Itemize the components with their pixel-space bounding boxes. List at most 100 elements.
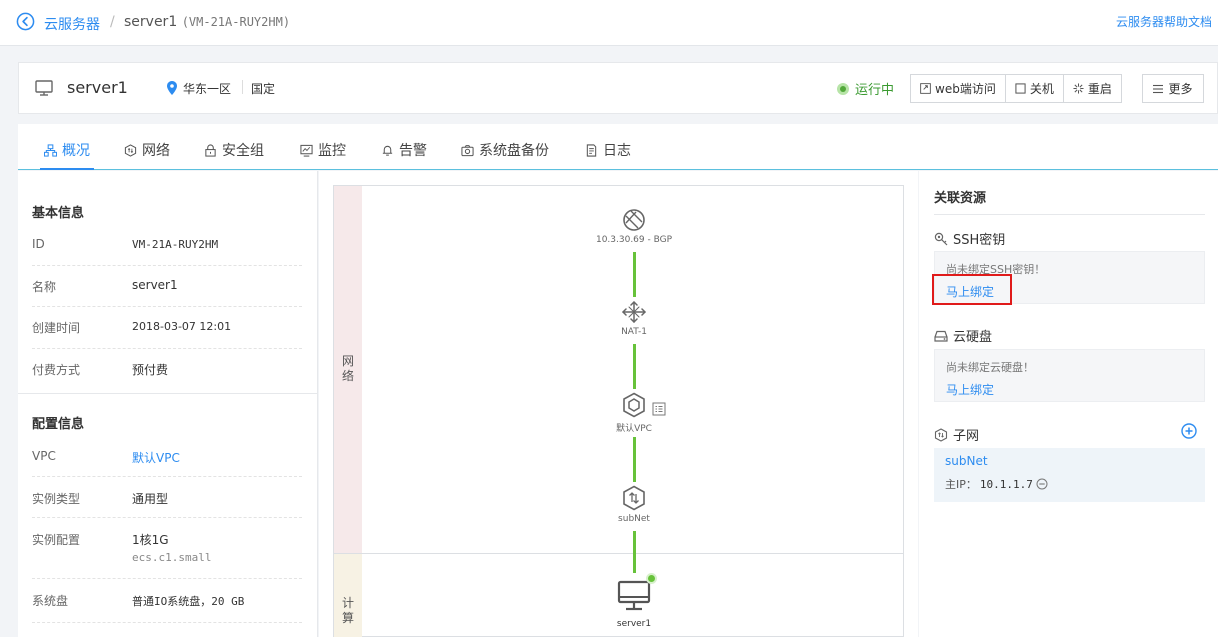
- tab-bar: 概况 网络 安全组 监控 告警 系统盘备份 日志: [18, 124, 1218, 170]
- info-value: 普通IO系统盘，20 GB: [132, 595, 245, 608]
- band-divider: [334, 553, 903, 554]
- overview-icon: [44, 143, 57, 157]
- restart-button[interactable]: 重启: [1063, 75, 1121, 102]
- ip-type-label: 国定: [251, 82, 276, 96]
- monitor-chart-icon: [300, 144, 313, 157]
- help-docs-link[interactable]: 云服务器帮助文档: [1116, 13, 1218, 30]
- top-bar: 云服务器 / server1 (VM-21A-RUY2HM) 云服务器帮助文档: [0, 0, 1218, 46]
- nat-gateway-icon: [622, 301, 646, 323]
- subnet-link[interactable]: subNet: [945, 454, 988, 468]
- info-value: VM-21A-RUY2HM: [132, 238, 219, 251]
- info-subvalue: ecs.c1.small: [132, 551, 212, 564]
- tab-security-group[interactable]: 安全组: [204, 140, 264, 160]
- info-label: ID: [32, 237, 45, 251]
- menu-lines-icon: [1153, 84, 1164, 93]
- more-label: 更多: [1168, 82, 1193, 96]
- tab-label: 监控: [318, 143, 346, 159]
- subnet-node[interactable]: subNet: [564, 485, 704, 524]
- tab-label: 网络: [142, 143, 170, 159]
- network-icon: [124, 143, 137, 157]
- info-row-instance-spec: 实例配置 1核1G ecs.c1.small: [32, 518, 302, 579]
- subnet-ip-row: 主IP： 10.1.1.7: [945, 476, 1048, 492]
- disk-icon: [934, 330, 948, 342]
- vpc-hexagon-icon: [623, 392, 645, 418]
- breadcrumb-current-name: server1: [124, 14, 178, 30]
- server-header-card: server1 华东一区 国定 运行中 web端访问 关机 重启 更多: [18, 62, 1218, 114]
- subnet-icon: [623, 485, 645, 511]
- cloud-disk-box: 尚未绑定云硬盘！ 马上绑定: [934, 349, 1205, 402]
- tab-label: 概况: [62, 143, 90, 159]
- vpc-label: 默认VPC: [616, 424, 652, 434]
- section-divider: [18, 393, 318, 394]
- breadcrumb-current: server1 (VM-21A-RUY2HM): [124, 14, 290, 30]
- tab-overview[interactable]: 概况: [40, 140, 94, 170]
- tab-disk-backup[interactable]: 系统盘备份: [461, 140, 549, 160]
- subnet-label: subNet: [618, 514, 650, 524]
- server-node[interactable]: server1: [564, 580, 704, 629]
- status-indicator: [837, 83, 849, 95]
- zone-label: 华东一区: [183, 82, 232, 96]
- breadcrumb-separator: /: [110, 14, 115, 30]
- tab-monitoring[interactable]: 监控: [300, 140, 346, 160]
- info-label: VPC: [32, 449, 56, 463]
- restart-label: 重启: [1087, 82, 1112, 96]
- info-label: 付费方式: [32, 363, 81, 377]
- cloud-disk-title: 云硬盘: [953, 330, 993, 345]
- info-label: 实例配置: [32, 533, 81, 547]
- status-text: 运行中: [855, 83, 895, 98]
- server-monitor-icon: [617, 580, 651, 611]
- back-icon[interactable]: [16, 12, 35, 31]
- info-label: 实例类型: [32, 492, 81, 506]
- subnet-heading: 子网: [934, 425, 979, 444]
- add-subnet-icon[interactable]: [1181, 423, 1197, 439]
- breadcrumb-root[interactable]: 云服务器: [44, 14, 100, 34]
- vpc-node[interactable]: 默认VPC: [564, 392, 704, 434]
- tab-label: 系统盘备份: [479, 143, 549, 159]
- globe-icon: [623, 209, 645, 231]
- server-name: server1: [67, 78, 128, 97]
- info-value: 通用型: [132, 492, 169, 506]
- network-band-label: 网络: [341, 354, 354, 383]
- vpc-link[interactable]: 默认VPC: [132, 449, 180, 466]
- config-info-title: 配置信息: [32, 417, 85, 432]
- info-row-billing: 付费方式 预付费: [32, 349, 302, 391]
- link-line: [633, 344, 636, 389]
- tab-network[interactable]: 网络: [124, 140, 170, 160]
- eip-node[interactable]: 10.3.30.69 - BGP: [564, 208, 704, 245]
- info-value: 1核1G: [132, 533, 169, 547]
- link-line: [633, 437, 636, 482]
- info-row-vpc: VPC 默认VPC: [32, 439, 302, 477]
- info-value: server1: [132, 278, 178, 292]
- info-value: 2018-03-07 12:01: [132, 320, 232, 333]
- subnet-title: 子网: [953, 429, 980, 444]
- ssh-key-heading: SSH密钥: [934, 229, 1005, 248]
- breadcrumb-current-id: (VM-21A-RUY2HM): [181, 15, 291, 29]
- cloud-disk-empty-text: 尚未绑定云硬盘！: [946, 361, 1034, 374]
- info-value: 预付费: [132, 363, 169, 377]
- web-access-label: web端访问: [935, 82, 996, 96]
- web-access-button[interactable]: web端访问: [911, 75, 1006, 102]
- location-pin-icon: [167, 81, 177, 95]
- related-divider: [934, 214, 1205, 215]
- restart-icon: [1073, 83, 1084, 94]
- shutdown-button[interactable]: 关机: [1005, 75, 1064, 102]
- highlight-box: [932, 274, 1012, 305]
- disk-bind-link[interactable]: 马上绑定: [946, 381, 994, 398]
- nat-node[interactable]: NAT-1: [564, 300, 704, 337]
- info-label: 名称: [32, 280, 57, 294]
- web-terminal-icon: [920, 83, 931, 94]
- tab-log[interactable]: 日志: [585, 140, 631, 160]
- server-node-label: server1: [616, 619, 652, 629]
- key-search-icon: [934, 232, 948, 245]
- minus-circle-icon[interactable]: [1036, 478, 1048, 490]
- tab-label: 安全组: [222, 143, 264, 159]
- subnet-ip-label: 主IP：: [945, 478, 977, 491]
- shutdown-label: 关机: [1029, 82, 1054, 96]
- nat-label: NAT-1: [621, 327, 647, 337]
- online-indicator: [646, 573, 657, 584]
- info-row-id: ID VM-21A-RUY2HM: [32, 228, 302, 266]
- tab-label: 日志: [603, 143, 631, 159]
- tab-alarm[interactable]: 告警: [381, 140, 427, 160]
- route-table-icon[interactable]: [652, 402, 666, 416]
- more-button[interactable]: 更多: [1142, 74, 1204, 103]
